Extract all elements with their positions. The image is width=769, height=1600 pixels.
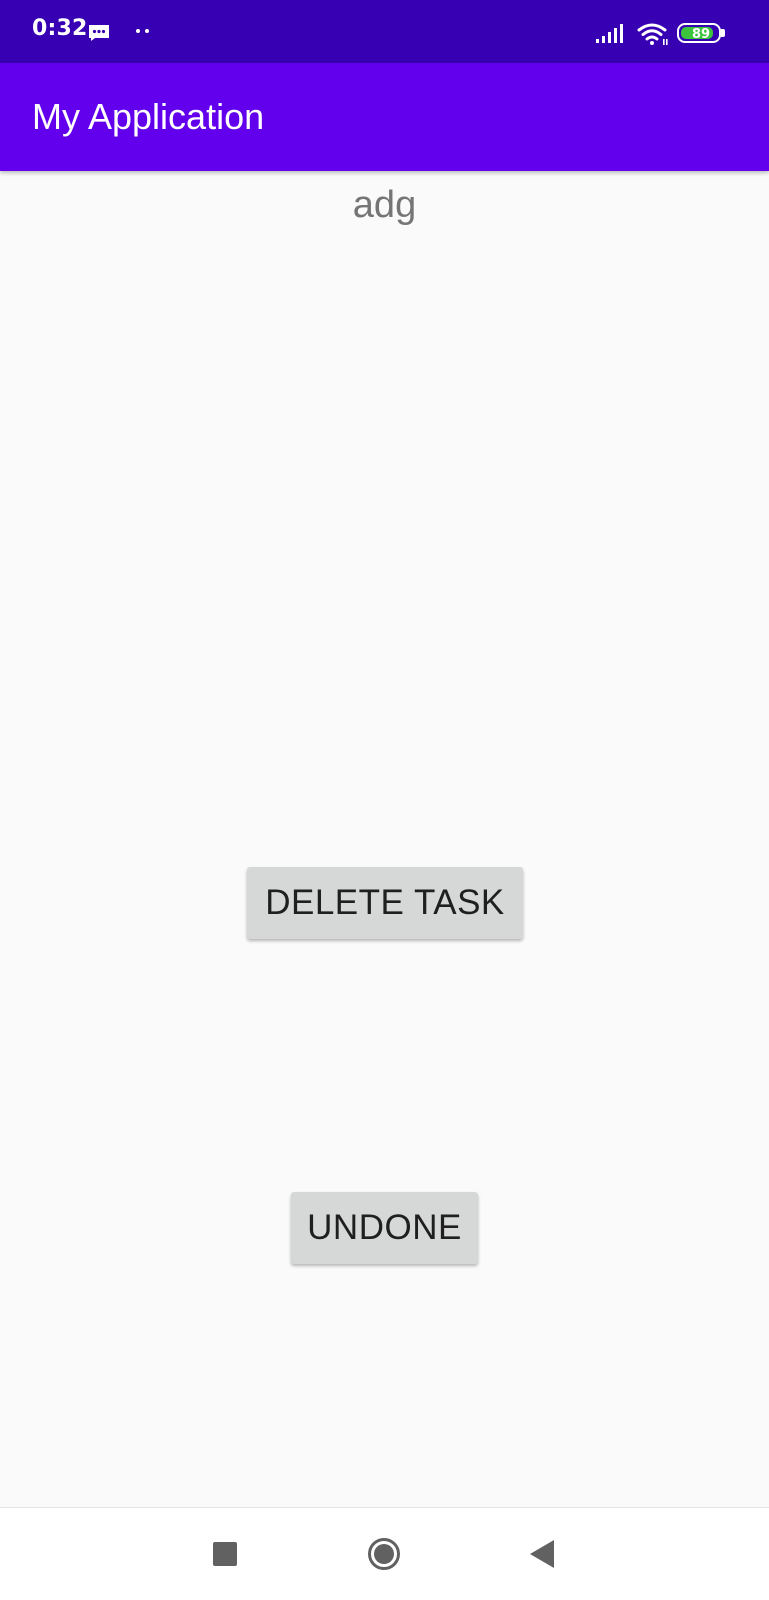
battery-level: 89: [691, 27, 711, 42]
status-bar: 0:32 89: [0, 0, 769, 63]
app-title: My Application: [32, 96, 265, 137]
status-time: 0:32: [32, 16, 88, 41]
wifi-icon: [637, 23, 668, 45]
undone-button[interactable]: UNDONE: [291, 1192, 478, 1264]
back-icon[interactable]: [530, 1540, 554, 1568]
battery-icon: 89: [677, 23, 727, 45]
home-icon[interactable]: [367, 1537, 401, 1571]
app-bar: My Application: [0, 63, 769, 171]
navigation-bar: [0, 1507, 769, 1600]
recent-apps-icon[interactable]: [213, 1542, 237, 1566]
signal-icon: [596, 24, 623, 43]
dots-icon: [136, 29, 149, 33]
message-icon: [89, 25, 109, 41]
task-name: adg: [352, 184, 417, 226]
delete-task-button[interactable]: DELETE TASK: [247, 867, 523, 939]
